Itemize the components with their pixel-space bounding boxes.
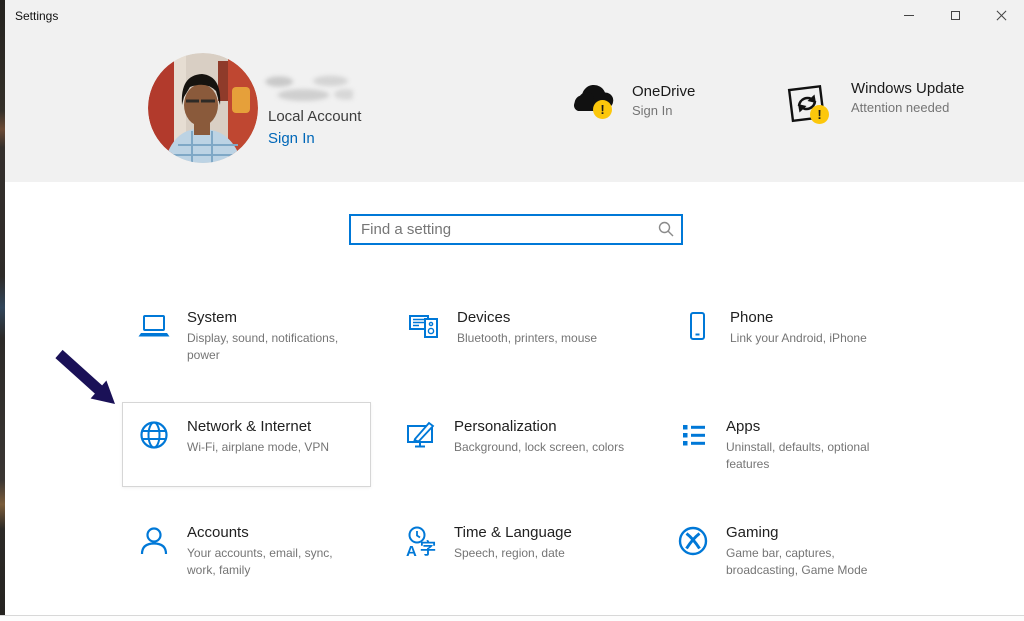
tile-title: System [187, 309, 238, 326]
windows-update-status-block[interactable]: ! Windows Update Attention needed [783, 80, 964, 133]
windows-update-status: Attention needed [851, 100, 950, 115]
onedrive-status-block[interactable]: ! OneDrive Sign In [570, 83, 695, 128]
time-language-icon: A 字 [405, 525, 439, 564]
tile-system[interactable]: System Display, sound, notifications, po… [138, 308, 359, 364]
tile-phone[interactable]: Phone Link your Android, iPhone [681, 308, 867, 347]
tile-subtitle: Display, sound, notifications, power [187, 331, 339, 362]
personalization-icon [405, 419, 439, 456]
system-laptop-icon [138, 310, 172, 347]
settings-window: Settings Local Account Sign In ! OneDriv… [5, 0, 1024, 615]
network-globe-icon [138, 419, 172, 456]
tile-accounts[interactable]: Accounts Your accounts, email, sync, wor… [138, 523, 359, 579]
accounts-icon [138, 525, 172, 562]
tile-title: Time & Language [454, 524, 572, 541]
alert-badge-icon: ! [593, 100, 612, 119]
redacted-user-name [263, 72, 353, 104]
tile-devices[interactable]: Devices Bluetooth, printers, mouse [408, 308, 597, 347]
tile-subtitle: Background, lock screen, colors [454, 440, 625, 454]
tile-subtitle: Speech, region, date [454, 546, 565, 560]
onedrive-status: Sign In [632, 103, 673, 118]
svg-text:A: A [406, 543, 417, 559]
tile-subtitle: Link your Android, iPhone [730, 331, 867, 345]
tile-time-language[interactable]: A 字 Time & Language Speech, region, date [405, 523, 572, 564]
gaming-xbox-icon [677, 525, 711, 562]
search-icon [658, 221, 674, 237]
tile-title: Apps [726, 418, 761, 435]
tile-title: Network & Internet [187, 418, 312, 435]
profile-sign-in-link[interactable]: Sign In [268, 130, 315, 147]
maximize-button[interactable] [932, 0, 978, 30]
minimize-icon [904, 14, 914, 16]
tile-subtitle: Uninstall, defaults, optional features [726, 440, 870, 471]
apps-icon [677, 419, 711, 456]
tile-title: Devices [457, 309, 511, 326]
tile-gaming[interactable]: Gaming Game bar, captures, broadcasting,… [677, 523, 898, 579]
window-title: Settings [15, 9, 59, 23]
search-box [349, 214, 683, 245]
screen: Settings Local Account Sign In ! OneDriv… [0, 0, 1024, 621]
alert-badge-icon: ! [810, 105, 829, 124]
svg-text:字: 字 [420, 539, 436, 558]
tile-subtitle: Your accounts, email, sync, work, family [187, 546, 333, 577]
search-input[interactable] [349, 214, 683, 245]
onedrive-cloud-icon: ! [570, 83, 618, 128]
tile-subtitle: Wi-Fi, airplane mode, VPN [187, 440, 330, 454]
windows-update-sync-icon: ! [783, 80, 833, 133]
titlebar: Settings [5, 0, 1024, 32]
close-button[interactable] [978, 0, 1024, 30]
close-icon [996, 10, 1007, 21]
account-type-label: Local Account [268, 108, 362, 125]
window-controls [886, 0, 1024, 30]
tile-title: Personalization [454, 418, 557, 435]
devices-icon [408, 310, 442, 347]
tile-network-internet[interactable]: Network & Internet Wi-Fi, airplane mode,… [138, 417, 329, 456]
tile-subtitle: Bluetooth, printers, mouse [457, 331, 598, 345]
maximize-icon [950, 10, 960, 20]
tile-personalization[interactable]: Personalization Background, lock screen,… [405, 417, 624, 456]
tile-title: Accounts [187, 524, 249, 541]
minimize-button[interactable] [886, 0, 932, 30]
tile-apps[interactable]: Apps Uninstall, defaults, optional featu… [677, 417, 898, 473]
header-section: Settings Local Account Sign In ! OneDriv… [5, 0, 1024, 182]
avatar-photo-icon [148, 53, 258, 163]
annotation-arrow-icon [55, 349, 115, 404]
background-window-bottom-edge [0, 615, 1024, 621]
tile-title: Phone [730, 309, 774, 326]
windows-update-title: Windows Update [851, 80, 965, 97]
onedrive-title: OneDrive [632, 83, 696, 100]
avatar [148, 53, 258, 163]
tile-subtitle: Game bar, captures, broadcasting, Game M… [726, 546, 868, 577]
phone-icon [681, 310, 715, 347]
tile-title: Gaming [726, 524, 779, 541]
